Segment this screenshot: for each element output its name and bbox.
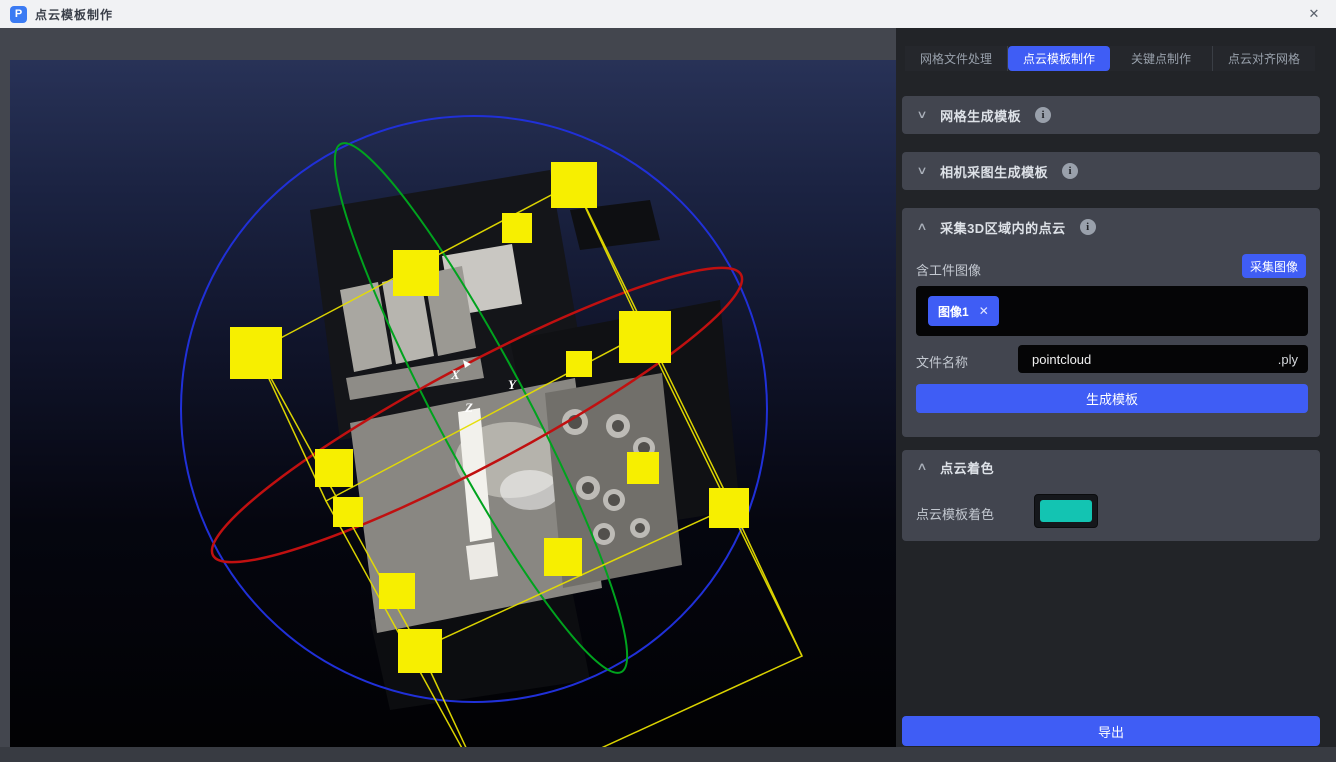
- tab-mesh-file-processing[interactable]: 网格文件处理: [905, 46, 1008, 71]
- section-title: 相机采图生成模板: [940, 162, 1048, 181]
- info-icon[interactable]: i: [1062, 163, 1078, 179]
- app-icon: P: [10, 6, 27, 23]
- chevron-down-icon[interactable]: ∨: [916, 110, 927, 121]
- capture-image-button[interactable]: 采集图像: [1242, 254, 1306, 278]
- filename-value: pointcloud: [1018, 352, 1278, 367]
- section-camera-template[interactable]: ∨ 相机采图生成模板 i: [902, 152, 1320, 190]
- info-icon[interactable]: i: [1080, 219, 1096, 235]
- section-mesh-template[interactable]: ∨ 网格生成模板 i: [902, 96, 1320, 134]
- chevron-up-icon[interactable]: ∧: [916, 462, 927, 473]
- pointcloud-object: [310, 170, 740, 710]
- info-icon[interactable]: i: [1035, 107, 1051, 123]
- 3d-viewport[interactable]: X Y Z: [10, 60, 896, 762]
- section-title: 点云着色: [940, 458, 994, 477]
- workpiece-image-label: 含工件图像: [916, 260, 981, 279]
- axis-y-label: Y: [508, 377, 517, 392]
- generate-template-button[interactable]: 生成模板: [916, 384, 1308, 413]
- filename-input[interactable]: pointcloud .ply: [1018, 345, 1308, 373]
- window-bottom-edge: [0, 747, 1336, 762]
- axis-x-label: X: [450, 367, 460, 382]
- chevron-up-icon[interactable]: ∧: [916, 222, 927, 233]
- template-color-label: 点云模板着色: [916, 504, 994, 523]
- tab-pointcloud-template[interactable]: 点云模板制作: [1008, 46, 1110, 71]
- window-title: 点云模板制作: [35, 6, 113, 23]
- chevron-down-icon[interactable]: ∨: [916, 166, 927, 177]
- section-title: 网格生成模板: [940, 106, 1021, 125]
- side-panel: 网格文件处理 点云模板制作 关键点制作 点云对齐网格 ∨ 网格生成模板 i ∨ …: [896, 28, 1336, 747]
- export-button[interactable]: 导出: [902, 716, 1320, 746]
- title-bar: P 点云模板制作 ✕: [0, 0, 1336, 28]
- axis-z-label: Z: [464, 400, 473, 415]
- app-window: P 点云模板制作 ✕: [0, 0, 1336, 762]
- viewport-frame: X Y Z: [0, 28, 896, 747]
- tab-bar: 网格文件处理 点云模板制作 关键点制作 点云对齐网格: [905, 46, 1315, 71]
- section-coloring: ∧ 点云着色 点云模板着色: [902, 450, 1320, 541]
- image-tag-label: 图像1: [938, 303, 969, 320]
- filename-extension: .ply: [1278, 352, 1308, 367]
- section-title: 采集3D区域内的点云: [940, 218, 1066, 237]
- image-list[interactable]: 图像1 ✕: [916, 286, 1308, 336]
- pointcloud-scene: X Y Z: [10, 60, 896, 762]
- section-collect-region: ∧ 采集3D区域内的点云 i 含工件图像 采集图像 图像1 ✕ 文件名称 poi…: [902, 208, 1320, 437]
- close-icon[interactable]: ✕: [1302, 6, 1326, 22]
- tab-pointcloud-align-mesh[interactable]: 点云对齐网格: [1213, 46, 1315, 71]
- remove-image-icon[interactable]: ✕: [979, 304, 989, 318]
- color-swatch[interactable]: [1040, 500, 1092, 522]
- color-picker[interactable]: [1034, 494, 1098, 528]
- filename-label: 文件名称: [916, 352, 968, 371]
- image-tag[interactable]: 图像1 ✕: [928, 296, 999, 326]
- tab-keypoint[interactable]: 关键点制作: [1110, 46, 1213, 71]
